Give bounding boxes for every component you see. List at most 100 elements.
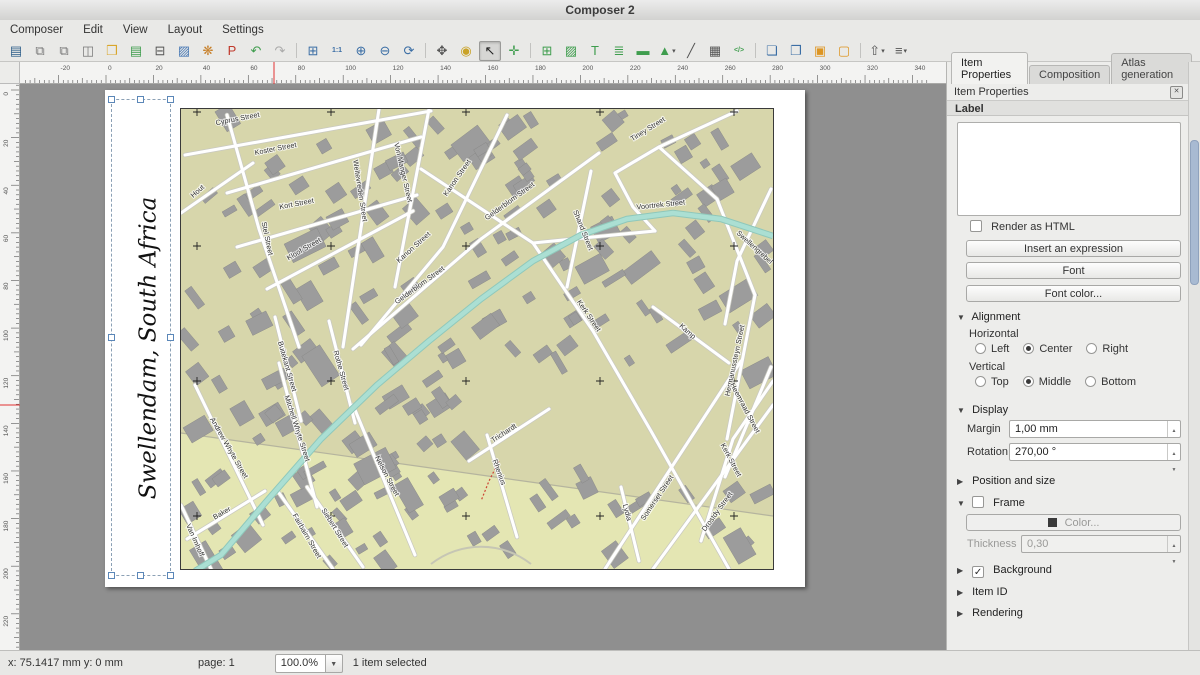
raise-items-icon[interactable]: ⇧▾ xyxy=(866,41,888,61)
label-text-input[interactable] xyxy=(957,122,1181,216)
selection-handle[interactable] xyxy=(137,572,144,579)
radio-icon[interactable] xyxy=(1023,376,1034,387)
new-composer-icon[interactable]: ⧉ xyxy=(29,41,51,61)
dropdown-arrow-icon[interactable]: ▾ xyxy=(904,47,908,55)
background-checkbox[interactable] xyxy=(972,566,984,578)
menu-edit[interactable]: Edit xyxy=(73,20,113,40)
selection-handle[interactable] xyxy=(108,572,115,579)
radio-icon[interactable] xyxy=(1086,343,1097,354)
collapse-arrow-icon: ▶ xyxy=(957,566,969,575)
tab-composition[interactable]: Composition xyxy=(1029,65,1110,84)
radio-option-middle[interactable]: Middle xyxy=(1023,376,1071,388)
unlock-all-items-icon[interactable]: ▢ xyxy=(833,41,855,61)
save-icon[interactable]: ▤ xyxy=(5,41,27,61)
dropdown-arrow-icon[interactable]: ▾ xyxy=(881,47,885,55)
zoom-dropdown-arrow-icon[interactable]: ▼ xyxy=(326,654,343,673)
background-section-header[interactable]: ▶ Background xyxy=(957,564,1052,578)
radio-option-bottom[interactable]: Bottom xyxy=(1085,376,1136,388)
panel-close-icon[interactable]: ✕ xyxy=(1170,86,1183,99)
add-arrow-icon[interactable]: ╱ xyxy=(680,41,702,61)
frame-checkbox[interactable] xyxy=(972,496,984,508)
pan-icon[interactable]: ✥ xyxy=(431,41,453,61)
composition-page[interactable]: Cyprus StreetKoster StreetHoutStel Stree… xyxy=(105,90,805,587)
selection-handle[interactable] xyxy=(167,572,174,579)
export-svg-icon[interactable]: ❋ xyxy=(197,41,219,61)
print-icon[interactable]: ⊟ xyxy=(149,41,171,61)
undo-icon[interactable]: ↶ xyxy=(245,41,267,61)
rotation-spinbox[interactable]: 270,00 ° ▲▼ xyxy=(1009,443,1181,461)
frame-section-header[interactable]: ▼ Frame xyxy=(957,496,1025,509)
zoom-actual-icon[interactable]: 1:1 xyxy=(326,41,348,61)
align-items-icon[interactable]: ≡▾ xyxy=(890,41,912,61)
export-pdf-icon[interactable]: P xyxy=(221,41,243,61)
radio-icon[interactable] xyxy=(975,376,986,387)
menu-settings[interactable]: Settings xyxy=(212,20,274,40)
move-item-content-icon[interactable]: ✛ xyxy=(503,41,525,61)
load-from-template-icon[interactable]: ❒ xyxy=(101,41,123,61)
alignment-section-header[interactable]: ▼ Alignment xyxy=(957,311,1020,323)
zoom-full-icon[interactable]: ⊞ xyxy=(302,41,324,61)
select-move-item-icon[interactable]: ↖ xyxy=(479,41,501,61)
display-section-header[interactable]: ▼ Display xyxy=(957,404,1008,416)
lock-items-icon[interactable]: ▣ xyxy=(809,41,831,61)
position-size-section-header[interactable]: ▶ Position and size xyxy=(957,475,1055,487)
dropdown-arrow-icon[interactable]: ▾ xyxy=(672,47,676,55)
selection-handle[interactable] xyxy=(167,334,174,341)
collapse-arrow-icon: ▶ xyxy=(957,477,969,486)
selection-handle[interactable] xyxy=(108,334,115,341)
item-id-section-header[interactable]: ▶ Item ID xyxy=(957,586,1008,598)
rendering-section-header[interactable]: ▶ Rendering xyxy=(957,607,1023,619)
spinbox-arrows[interactable]: ▲▼ xyxy=(1167,444,1180,460)
radio-icon[interactable] xyxy=(1085,376,1096,387)
toolbar-separator xyxy=(296,43,297,58)
composer-canvas[interactable]: Cyprus StreetKoster StreetHoutStel Stree… xyxy=(20,84,946,650)
add-new-map-icon[interactable]: ⊞ xyxy=(536,41,558,61)
render-as-html-checkbox[interactable] xyxy=(970,220,982,232)
zoom-in-icon[interactable]: ⊕ xyxy=(350,41,372,61)
redo-icon[interactable]: ↷ xyxy=(269,41,291,61)
radio-icon[interactable] xyxy=(975,343,986,354)
panel-scrollbar-thumb[interactable] xyxy=(1190,140,1199,285)
status-bar: x: 75.1417 mm y: 0 mm page: 1 100.0% ▼ 1… xyxy=(0,650,1200,675)
duplicate-composer-icon[interactable]: ⧉ xyxy=(53,41,75,61)
add-scalebar-icon[interactable]: ▬ xyxy=(632,41,654,61)
radio-option-right[interactable]: Right xyxy=(1086,343,1128,355)
refresh-view-icon[interactable]: ⟳ xyxy=(398,41,420,61)
save-as-template-icon[interactable]: ▤ xyxy=(125,41,147,61)
font-color-button[interactable]: Font color... xyxy=(966,285,1181,302)
label-item-selected[interactable]: Swellendam, South Africa xyxy=(112,100,170,575)
menu-layout[interactable]: Layout xyxy=(158,20,213,40)
group-items-icon[interactable]: ❏ xyxy=(761,41,783,61)
add-legend-icon[interactable]: ≣ xyxy=(608,41,630,61)
radio-icon[interactable] xyxy=(1023,343,1034,354)
insert-expression-button[interactable]: Insert an expression xyxy=(966,240,1181,257)
zoom-level-value[interactable]: 100.0% xyxy=(275,654,326,673)
selection-handle[interactable] xyxy=(137,96,144,103)
radio-option-left[interactable]: Left xyxy=(975,343,1009,355)
menu-view[interactable]: View xyxy=(113,20,158,40)
export-image-icon[interactable]: ▨ xyxy=(173,41,195,61)
zoom-combobox[interactable]: 100.0% ▼ xyxy=(275,654,343,673)
zoom-tool-icon[interactable]: ◉ xyxy=(455,41,477,61)
panel-scrollbar[interactable] xyxy=(1188,62,1200,650)
margin-spinbox[interactable]: 1,00 mm ▲▼ xyxy=(1009,420,1181,438)
add-html-frame-icon[interactable]: </> xyxy=(728,41,750,61)
zoom-out-icon[interactable]: ⊖ xyxy=(374,41,396,61)
map-item[interactable]: Cyprus StreetKoster StreetHoutStel Stree… xyxy=(180,108,774,570)
radio-option-center[interactable]: Center xyxy=(1023,343,1072,355)
tab-atlas-generation[interactable]: Atlas generation xyxy=(1111,53,1192,84)
spinbox-arrows[interactable]: ▲▼ xyxy=(1167,421,1180,437)
svg-text:340: 340 xyxy=(914,65,925,72)
ungroup-items-icon[interactable]: ❐ xyxy=(785,41,807,61)
add-shape-icon[interactable]: ▲▾ xyxy=(656,41,678,61)
composer-manager-icon[interactable]: ◫ xyxy=(77,41,99,61)
font-button[interactable]: Font xyxy=(966,262,1181,279)
add-label-icon[interactable]: T xyxy=(584,41,606,61)
radio-option-top[interactable]: Top xyxy=(975,376,1009,388)
tab-item-properties[interactable]: Item Properties xyxy=(951,52,1028,84)
add-image-icon[interactable]: ▨ xyxy=(560,41,582,61)
add-attribute-table-icon[interactable]: ▦ xyxy=(704,41,726,61)
menu-composer[interactable]: Composer xyxy=(0,20,73,40)
selection-handle[interactable] xyxy=(108,96,115,103)
selection-handle[interactable] xyxy=(167,96,174,103)
